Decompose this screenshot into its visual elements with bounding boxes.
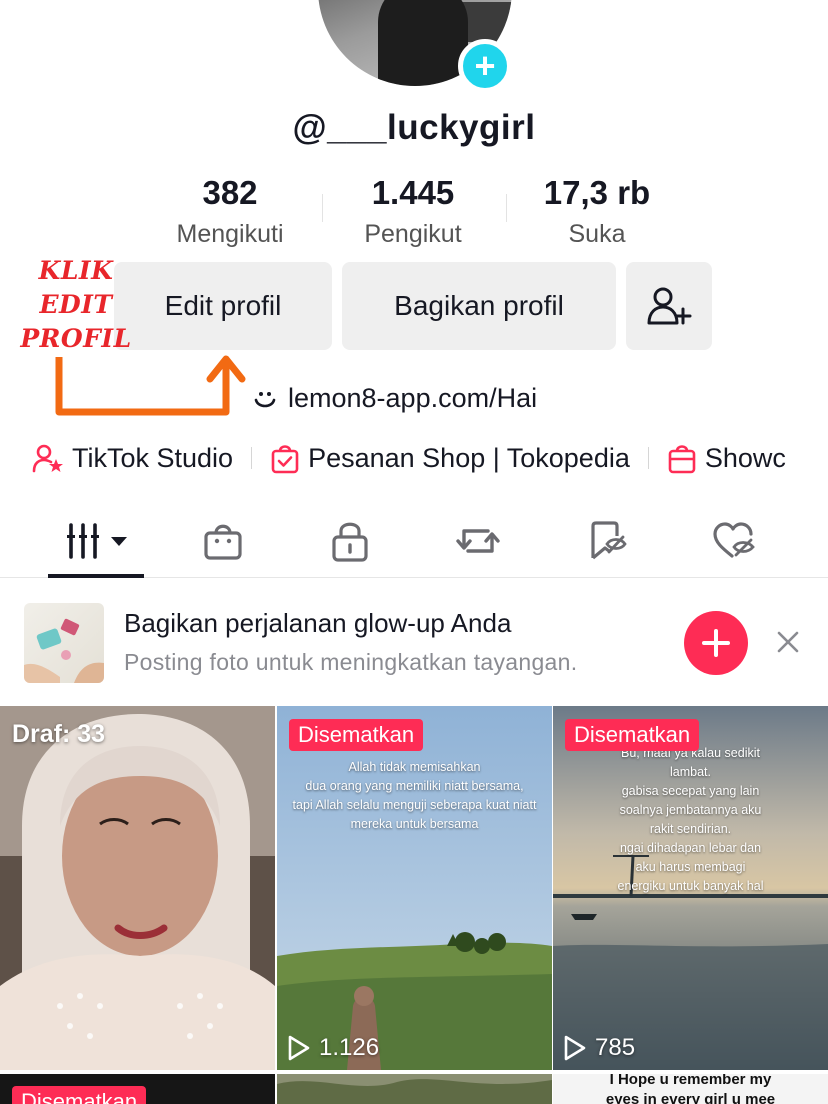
smile-link-icon	[254, 391, 276, 407]
draft-count: Draf: 33	[12, 720, 106, 748]
tab-private[interactable]	[320, 516, 380, 566]
stat-likes[interactable]: 17,3 rb Suka	[507, 174, 687, 249]
caption-line: mereka untuk bersama	[350, 817, 479, 831]
caption-line: tapi Allah selalu menguji seberapa kuat …	[292, 798, 537, 812]
close-icon	[777, 631, 799, 653]
promo-thumbnail	[24, 603, 104, 683]
caption-line: lambat.	[670, 765, 711, 779]
share-profile-button[interactable]: Bagikan profil	[342, 262, 616, 350]
profile-tabs	[0, 508, 828, 578]
caption-line: gabisa secepat yang lain	[621, 784, 760, 798]
username: @___luckygirl	[292, 108, 536, 147]
followers-label: Pengikut	[364, 220, 462, 248]
draft-thumbnail-image	[0, 706, 275, 1070]
caption-line: eyes in every girl u mee	[605, 1091, 776, 1104]
caption-line: Allah tidak memisahkan	[348, 760, 481, 774]
video-thumbnail-image	[277, 1074, 552, 1104]
video-tile-drafts[interactable]: Draf: 33	[0, 706, 275, 1070]
promo-thumbnail-image	[24, 618, 104, 683]
video-tile[interactable]: I Hope u remember my eyes in every girl …	[553, 1074, 828, 1104]
shortcut-showcase[interactable]: Showc	[667, 442, 786, 474]
shopping-bag-icon	[668, 445, 696, 474]
person-star-icon	[32, 444, 63, 473]
caption-line: I Hope u remember my	[609, 1074, 772, 1088]
stat-followers[interactable]: 1.445 Pengikut	[323, 174, 503, 249]
shortcut-label: Pesanan Shop | Tokopedia	[308, 442, 630, 473]
video-caption: I Hope u remember my eyes in every girl …	[553, 1074, 828, 1104]
view-count: 1.126	[287, 1034, 379, 1062]
edit-profile-label: Edit profil	[164, 290, 282, 321]
add-person-icon	[647, 287, 692, 325]
bookmark-hidden-icon	[591, 521, 627, 560]
video-tile[interactable]: Bu, maaf ya kalau sedikit lambat. gabisa…	[553, 706, 828, 1070]
tab-videos[interactable]	[64, 516, 132, 566]
pinned-badge: Disematkan	[12, 1086, 147, 1104]
tab-liked[interactable]	[704, 516, 764, 566]
bio-link[interactable]: lemon8-app.com/Hai	[252, 383, 537, 414]
bio-link-text: lemon8-app.com/Hai	[288, 383, 538, 413]
add-friend-button[interactable]	[626, 262, 712, 350]
following-label: Mengikuti	[176, 220, 284, 248]
caption-line: rakit sendirian.	[649, 822, 732, 836]
shortcut-shop-orders[interactable]: Pesanan Shop | Tokopedia	[270, 442, 630, 474]
video-caption: Bu, maaf ya kalau sedikit lambat. gabisa…	[553, 744, 828, 896]
pinned-badge: Disematkan	[289, 719, 424, 751]
shortcut-divider	[647, 447, 649, 469]
plus-icon	[702, 629, 730, 657]
video-tile[interactable]: Disematkan	[0, 1074, 275, 1104]
repost-icon	[456, 529, 500, 553]
add-story-plus-icon[interactable]: +	[458, 39, 512, 93]
followers-count: 1.445	[371, 174, 455, 211]
caption-line: energiku untuk banyak hal	[617, 879, 764, 893]
grid-bars-icon	[67, 523, 127, 559]
glow-up-promo[interactable]: Bagikan perjalanan glow-up Anda Posting …	[0, 600, 828, 690]
profile-shortcuts: TikTok Studio Pesanan Shop | Tokopedia S…	[32, 440, 786, 476]
shopping-bag-icon	[204, 524, 242, 560]
promo-subtitle: Posting foto untuk meningkatkan tayangan…	[124, 649, 578, 675]
video-caption: Allah tidak memisahkan dua orang yang me…	[277, 758, 552, 834]
view-count: 785	[563, 1034, 635, 1062]
tab-favorites[interactable]	[576, 516, 636, 566]
annotation-line: KLIK EDIT	[38, 256, 114, 319]
lock-icon	[332, 522, 368, 562]
heart-hidden-icon	[713, 522, 755, 558]
video-tile[interactable]	[277, 1074, 552, 1104]
shortcut-tiktok-studio[interactable]: TikTok Studio	[32, 443, 233, 474]
shortcut-label: Showc	[704, 442, 786, 473]
following-count: 382	[202, 174, 258, 211]
play-icon	[288, 1035, 310, 1061]
shopping-bag-check-icon	[271, 445, 299, 474]
edit-profile-button[interactable]: Edit profil	[114, 262, 332, 350]
view-count-value: 1.126	[319, 1034, 380, 1061]
caption-line: aku harus membagi	[635, 860, 746, 874]
play-icon	[564, 1035, 586, 1061]
avatar-figure-body	[378, 0, 468, 86]
shortcut-divider	[251, 447, 253, 469]
caption-line: dua orang yang memiliki niatt bersama,	[305, 779, 524, 793]
tab-active-indicator	[48, 574, 144, 578]
promo-add-button[interactable]	[684, 611, 748, 675]
view-count-value: 785	[595, 1034, 636, 1061]
video-tile[interactable]: Allah tidak memisahkan dua orang yang me…	[277, 706, 552, 1070]
promo-close-button[interactable]	[770, 624, 806, 660]
shortcut-label: TikTok Studio	[72, 442, 234, 473]
tab-shop[interactable]	[193, 516, 253, 566]
annotation-arrow-icon	[55, 355, 246, 416]
likes-count: 17,3 rb	[543, 174, 651, 211]
annotation-text: KLIK EDIT PROFIL	[6, 254, 146, 356]
profile-stats: 382 Mengikuti 1.445 Pengikut 17,3 rb Suk…	[0, 174, 828, 254]
tab-reposts[interactable]	[448, 516, 508, 566]
promo-title: Bagikan perjalanan glow-up Anda	[124, 608, 512, 638]
likes-label: Suka	[568, 220, 626, 248]
stat-following[interactable]: 382 Mengikuti	[140, 174, 320, 249]
caption-line: ngai dihadapan lebar dan	[619, 841, 762, 855]
share-profile-label: Bagikan profil	[394, 290, 564, 321]
pinned-badge: Disematkan	[565, 719, 700, 751]
caption-line: soalnya jembatannya aku	[619, 803, 762, 817]
